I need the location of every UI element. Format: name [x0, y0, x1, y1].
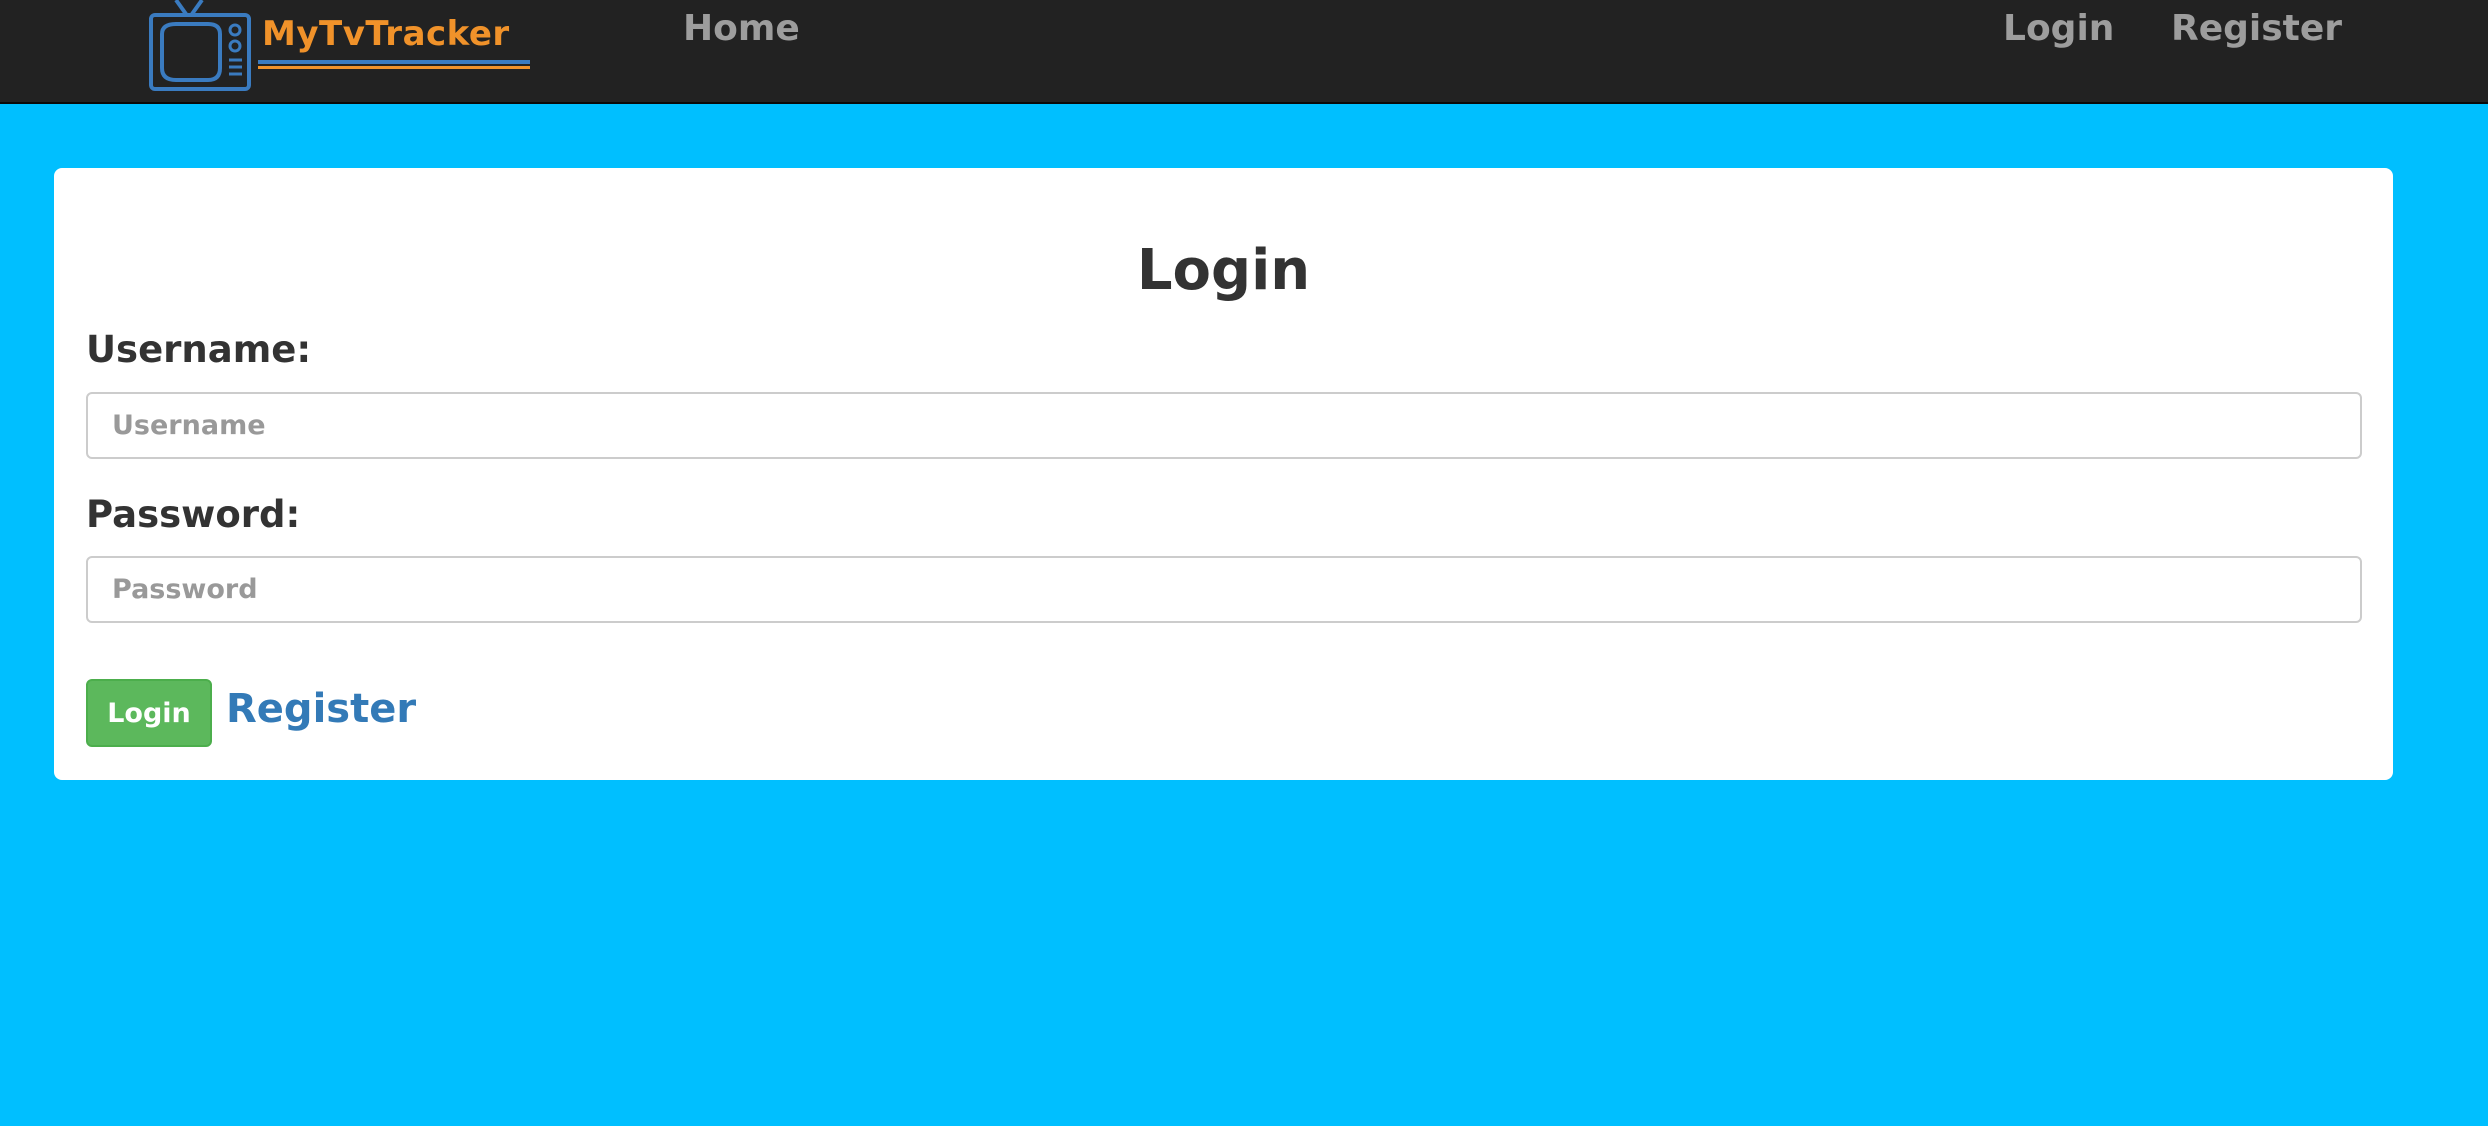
login-button[interactable]: Login: [86, 679, 212, 747]
nav-home-link[interactable]: Home: [683, 8, 800, 49]
password-label: Password:: [86, 493, 301, 536]
tv-icon: [149, 0, 251, 91]
logo-underline-accent: [258, 66, 530, 69]
register-link[interactable]: Register: [226, 686, 416, 732]
username-label: Username:: [86, 328, 312, 371]
username-input[interactable]: [86, 392, 2362, 459]
top-navbar: MyTvTracker Home Login Register: [0, 0, 2488, 104]
password-input[interactable]: [86, 556, 2362, 623]
login-card: Login Username: Password: Login Register: [54, 168, 2393, 780]
site-logo[interactable]: MyTvTracker: [146, 0, 536, 94]
logo-text: MyTvTracker: [262, 14, 510, 54]
page-title: Login: [1136, 238, 1311, 303]
nav-login-link[interactable]: Login: [2003, 8, 2114, 49]
nav-register-link[interactable]: Register: [2171, 8, 2342, 49]
logo-underline: [258, 60, 530, 64]
